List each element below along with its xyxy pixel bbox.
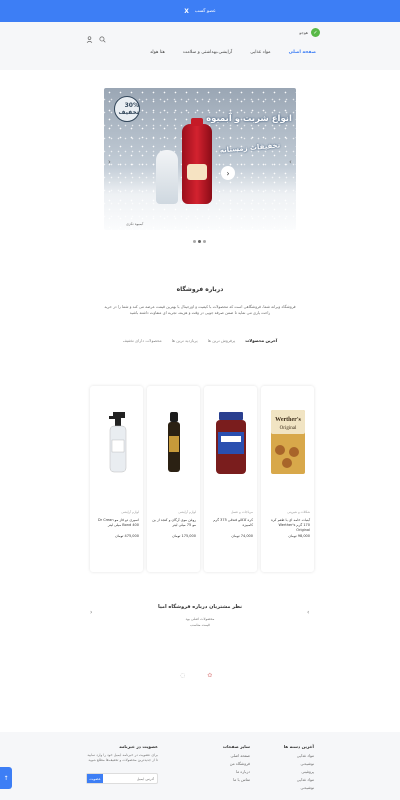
- product-category: لوازم آرایشی: [121, 510, 139, 514]
- product-category: مرباجات و عسل: [231, 510, 253, 514]
- footer-link[interactable]: مواد غذایی: [284, 777, 314, 782]
- nav-item-cosmetics[interactable]: آرایشی،بهداشتی و سلامت: [183, 50, 232, 55]
- product-price: 98,000 تومان: [288, 534, 310, 538]
- about-text: فروشگاه ویرانه شما، فروشگاهی است که محصو…: [104, 304, 296, 315]
- footer-pages-title: سایر صفحات: [222, 744, 250, 749]
- reviews-title: نظر مشتریان درباره فروشگاه امیا: [157, 604, 243, 610]
- logo-text: هوجو: [299, 30, 308, 35]
- footer-pages: سایر صفحات صفحه اصلی فروشگاه من درباره م…: [223, 744, 250, 785]
- slider-caption: آبمیوه تکزی: [126, 222, 144, 226]
- nav-item-other[interactable]: هتا هولد: [150, 50, 165, 55]
- footer-link[interactable]: مواد غذایی: [284, 753, 314, 758]
- brand-logo[interactable]: ✿: [207, 672, 212, 679]
- tab-bestsellers[interactable]: پرفروش ترین ها: [208, 338, 236, 343]
- product-name[interactable]: آبنبات خامه ای با طعم کره 170 گرم Werthe…: [265, 518, 310, 533]
- slider-go-button[interactable]: ‹: [221, 166, 235, 180]
- newsletter-form: عضویت: [86, 773, 158, 784]
- close-icon[interactable]: X: [184, 8, 189, 15]
- announcement-text: عضو گسب: [194, 8, 216, 14]
- slider-prev-arrow[interactable]: ‹: [108, 158, 111, 166]
- footer-newsletter: عضویت در خبرنامه برای عضویت در خبرنامه ا…: [86, 744, 158, 763]
- site-logo[interactable]: ✓ هوجو: [299, 28, 320, 37]
- brand-logo[interactable]: ◌: [180, 672, 185, 679]
- logo-icon: ✓: [311, 28, 320, 37]
- product-category: لوازم آرایشی: [178, 510, 196, 514]
- product-tabs: آخرین محصولات پرفروش ترین ها پربازدید تر…: [0, 338, 400, 343]
- product-name[interactable]: روغن موی آرگان و کنجد از بن مو 75 میلی ل…: [151, 518, 196, 528]
- product-card[interactable]: Werther's Original شکلات و شیرینی آبنبات…: [261, 386, 314, 572]
- nav-item-food[interactable]: مواد غذایی: [250, 50, 270, 55]
- site-footer: آخرین دسته ها مواد غذایی نوشیدنی پروتئین…: [0, 732, 400, 800]
- slider-next-arrow[interactable]: ›: [289, 158, 292, 166]
- spray-bottle-image: [96, 406, 137, 476]
- svg-text:Original: Original: [279, 426, 296, 431]
- snowman-figure: [156, 150, 178, 204]
- discount-badge: 30% تخفیف: [114, 96, 140, 122]
- footer-link[interactable]: نوشیدنی: [284, 785, 314, 790]
- review-text: محصولات اصلی بود قیمت مناسب: [185, 617, 215, 627]
- slider-dot[interactable]: [193, 240, 196, 243]
- newsletter-title: عضویت در خبرنامه: [119, 744, 158, 749]
- product-grid: Werther's Original شکلات و شیرینی آبنبات…: [88, 386, 314, 572]
- tab-most-viewed[interactable]: پربازدید ترین ها: [172, 338, 198, 343]
- product-category: شکلات و شیرینی: [287, 510, 310, 514]
- svg-text:Werther's: Werther's: [275, 417, 301, 423]
- tab-discounted[interactable]: محصولات دارای تخفیف: [123, 338, 162, 343]
- scroll-top-button[interactable]: ↑: [0, 767, 12, 789]
- product-price: 475,000 تومان: [115, 534, 139, 538]
- announcement-bar: عضو گسب X: [0, 0, 400, 22]
- product-name[interactable]: اسپری دو فاز مو Dr Crean Bond 400 میلی ل…: [94, 518, 139, 528]
- footer-categories-title: آخرین دسته ها: [283, 744, 314, 749]
- newsletter-email-input[interactable]: [103, 774, 157, 783]
- brand-logos: ◌ ✿: [180, 672, 212, 679]
- review-prev-arrow[interactable]: ‹: [90, 609, 92, 616]
- main-nav: صفحه اصلی مواد غذایی آرایشی،بهداشتی و سل…: [150, 50, 316, 55]
- footer-link[interactable]: تماس با ما: [223, 777, 250, 782]
- product-card[interactable]: لوازم آرایشی اسپری دو فاز مو Dr Crean Bo…: [90, 386, 143, 572]
- nav-item-home[interactable]: صفحه اصلی: [289, 50, 316, 55]
- about-title: درباره فروشگاه: [176, 286, 224, 293]
- slider-dot[interactable]: [203, 240, 206, 243]
- search-icon[interactable]: [99, 28, 106, 43]
- site-header: ✓ هوجو صفحه اصلی مواد غذایی آرایشی،بهداش…: [0, 22, 400, 70]
- newsletter-text: برای عضویت در خبرنامه ایمیل خود را وارد …: [87, 753, 158, 762]
- product-card[interactable]: مرباجات و عسل کره کاکائو فندقی 375 گرم ک…: [204, 386, 257, 572]
- header-icons: [86, 28, 106, 43]
- hero-slider[interactable]: 30% تخفیف انواع شربت و آبمیوه تخفیفات زم…: [104, 88, 296, 230]
- jar-image: [210, 406, 251, 476]
- footer-categories: آخرین دسته ها مواد غذایی نوشیدنی پروتئین…: [284, 744, 314, 793]
- footer-link[interactable]: صفحه اصلی: [223, 753, 250, 758]
- product-price: 175,000 تومان: [172, 534, 196, 538]
- newsletter-submit-button[interactable]: عضویت: [87, 774, 103, 783]
- tab-latest[interactable]: آخرین محصولات: [245, 338, 277, 343]
- dropper-bottle-image: [153, 406, 194, 476]
- product-price: 74,000 تومان: [231, 534, 253, 538]
- slider-dot[interactable]: [198, 240, 201, 243]
- user-icon[interactable]: [86, 28, 93, 43]
- slider-dots: [193, 240, 206, 243]
- bottle-label: [187, 164, 207, 180]
- footer-link[interactable]: پروتئینی: [284, 769, 314, 774]
- footer-link[interactable]: فروشگاه من: [223, 761, 250, 766]
- review-next-arrow[interactable]: ›: [307, 609, 309, 616]
- slider-headline: انواع شربت و آبمیوه: [206, 114, 292, 124]
- footer-link[interactable]: نوشیدنی: [284, 761, 314, 766]
- footer-link[interactable]: درباره ما: [223, 769, 250, 774]
- candy-box-image: Werther's Original: [267, 406, 308, 476]
- product-name[interactable]: کره کاکائو فندقی 375 گرم کامبیزه: [208, 518, 253, 528]
- product-card[interactable]: لوازم آرایشی روغن موی آرگان و کنجد از بن…: [147, 386, 200, 572]
